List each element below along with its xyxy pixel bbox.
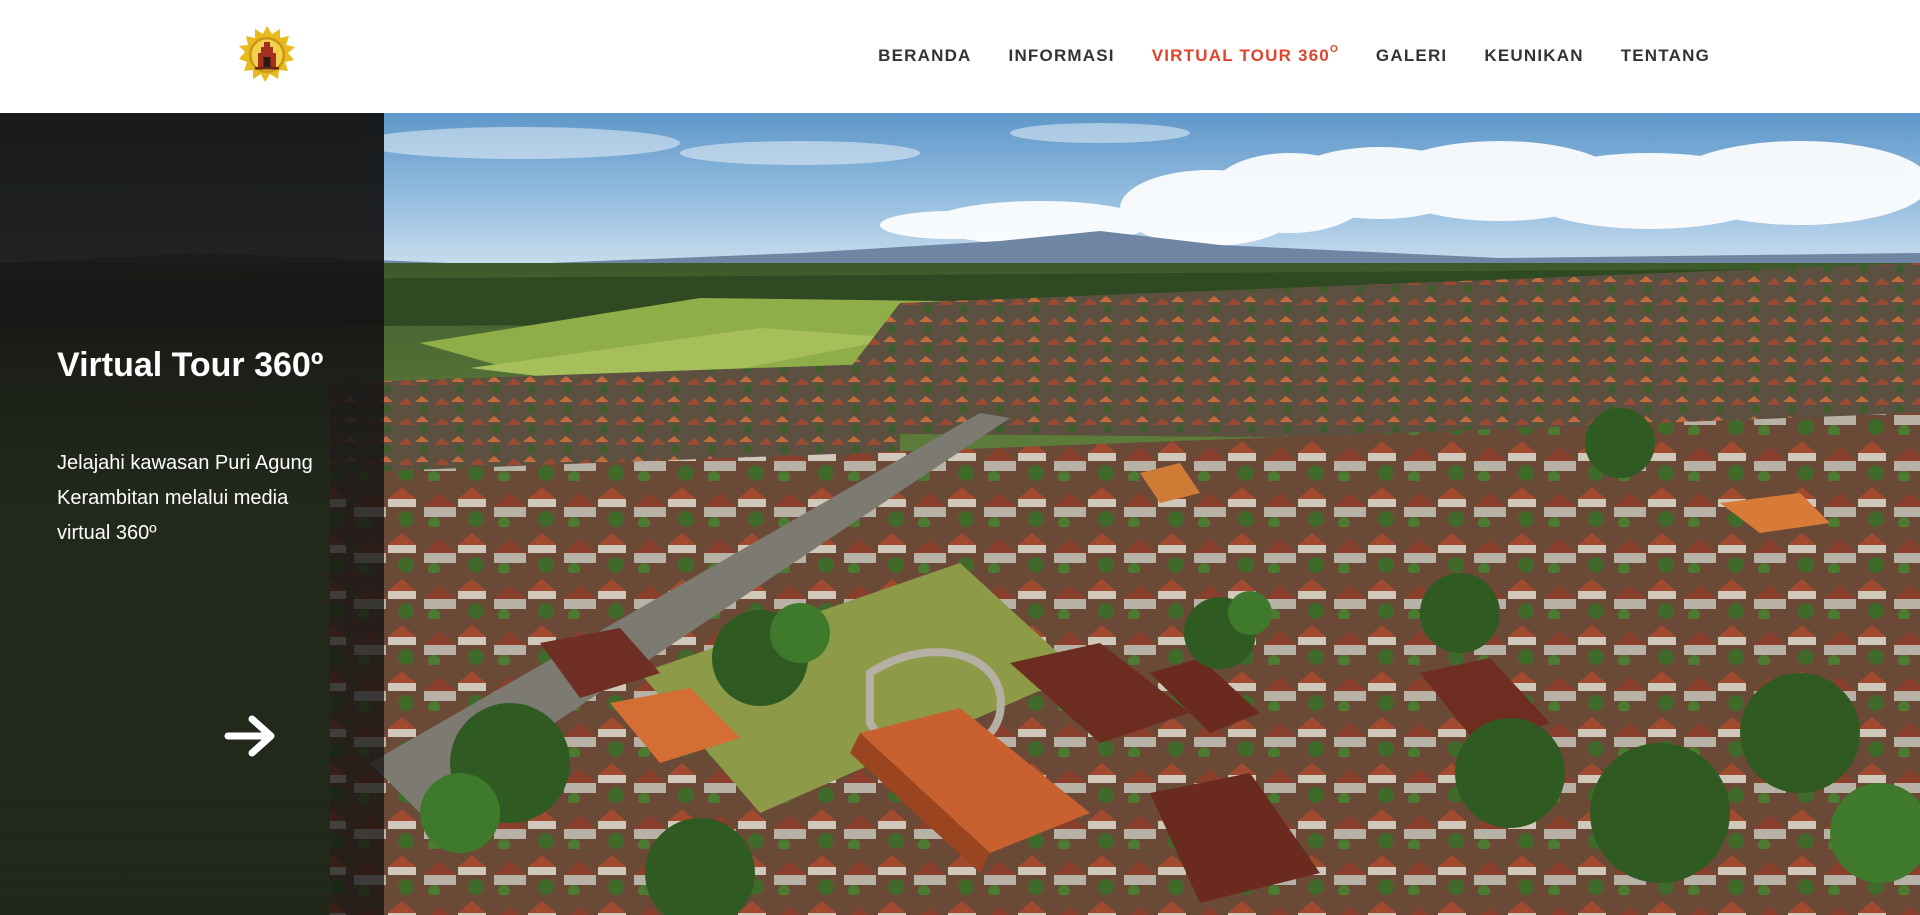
nav-virtual-tour[interactable]: VIRTUAL TOUR 360O: [1151, 43, 1339, 66]
arrow-right-icon: [224, 715, 275, 757]
nav-tentang[interactable]: TENTANG: [1621, 46, 1710, 66]
nav-virtual-tour-degree: O: [1329, 43, 1339, 55]
site-header: BERANDA INFORMASI VIRTUAL TOUR 360O GALE…: [0, 0, 1920, 113]
main-nav: BERANDA INFORMASI VIRTUAL TOUR 360O GALE…: [878, 0, 1710, 113]
nav-galeri[interactable]: GALERI: [1376, 46, 1447, 66]
puri-agung-emblem-icon: [239, 26, 295, 82]
nav-keunikan[interactable]: KEUNIKAN: [1484, 46, 1583, 66]
nav-informasi[interactable]: INFORMASI: [1009, 46, 1115, 66]
hero-title: Virtual Tour 360º: [57, 346, 324, 384]
hero-side-panel: Virtual Tour 360º Jelajahi kawasan Puri …: [0, 113, 384, 915]
next-button[interactable]: [220, 711, 282, 761]
hero-section: Virtual Tour 360º Jelajahi kawasan Puri …: [0, 113, 1920, 915]
nav-virtual-tour-label: VIRTUAL TOUR 360: [1151, 45, 1330, 65]
hero-description: Jelajahi kawasan Puri Agung Kerambitan m…: [57, 452, 313, 544]
nav-beranda[interactable]: BERANDA: [878, 46, 971, 66]
logo[interactable]: [235, 25, 299, 85]
